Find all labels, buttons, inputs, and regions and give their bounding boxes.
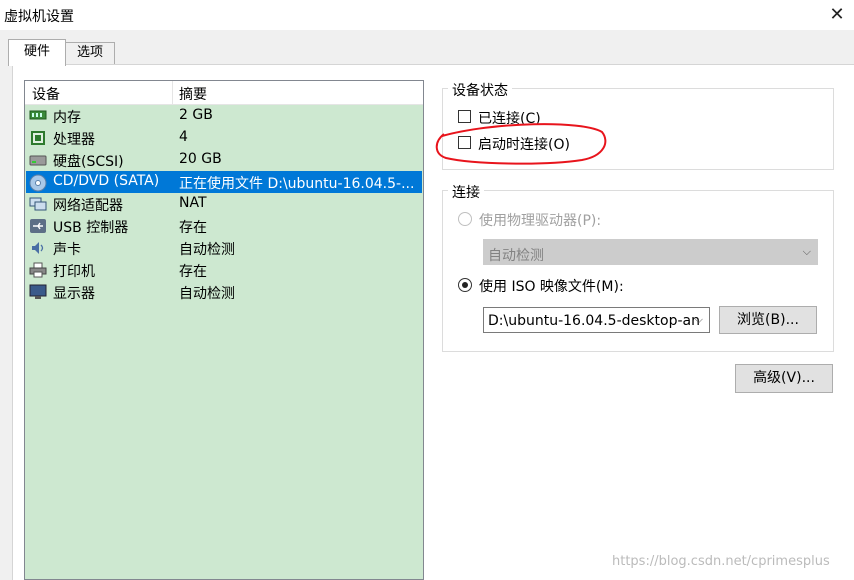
usb-icon (29, 218, 47, 234)
browse-button[interactable]: 浏览(B)... (719, 306, 817, 334)
device-row-memory[interactable]: 内存 2 GB (26, 105, 422, 127)
iso-file-value: D:\ubuntu-16.04.5-desktop-an (488, 313, 700, 329)
column-header-summary[interactable]: 摘要 (179, 84, 207, 104)
connection-title: 连接 (448, 182, 484, 202)
column-separator[interactable] (172, 81, 173, 104)
device-summary: 20 GB (179, 151, 222, 167)
display-icon (29, 284, 47, 300)
device-name: 硬盘(SCSI) (53, 154, 124, 170)
device-name: 打印机 (53, 264, 95, 280)
iso-file-select[interactable]: D:\ubuntu-16.04.5-desktop-an ⌵ (483, 307, 710, 333)
processor-icon (29, 130, 47, 146)
red-annotation-ellipse (435, 123, 607, 165)
device-summary: 自动检测 (179, 242, 235, 258)
advanced-button[interactable]: 高级(V)... (735, 364, 833, 393)
cd-dvd-icon (29, 174, 47, 192)
device-summary: 自动检测 (179, 286, 235, 302)
device-row-usb[interactable]: USB 控制器 存在 (26, 215, 422, 237)
tab-hardware[interactable]: 硬件 (8, 39, 66, 66)
device-row-printer[interactable]: 打印机 存在 (26, 259, 422, 281)
device-row-processor[interactable]: 处理器 4 (26, 127, 422, 149)
use-iso-file-label[interactable]: 使用 ISO 映像文件(M): (479, 276, 624, 296)
watermark: https://blog.csdn.net/cprimesplus (612, 554, 830, 569)
device-row-sound-card[interactable]: 声卡 自动检测 (26, 237, 422, 259)
title-bar: 虚拟机设置 ✕ (0, 0, 854, 30)
tab-options[interactable]: 选项 (65, 42, 115, 64)
network-adapter-icon (29, 196, 47, 212)
hard-disk-icon (29, 152, 47, 168)
printer-icon (29, 262, 47, 278)
device-list-header (25, 81, 423, 105)
device-name: 处理器 (53, 132, 95, 148)
device-name: 声卡 (53, 242, 81, 258)
memory-icon (29, 108, 47, 124)
device-summary: 正在使用文件 D:\ubuntu-16.04.5-... (179, 176, 415, 192)
device-name: 显示器 (53, 286, 95, 302)
use-physical-drive-label[interactable]: 使用物理驱动器(P): (479, 210, 601, 230)
device-summary: 存在 (179, 220, 207, 236)
device-row-network-adapter[interactable]: 网络适配器 NAT (26, 193, 422, 215)
device-name: CD/DVD (SATA) (53, 173, 160, 189)
device-name: 网络适配器 (53, 198, 123, 214)
device-row-display[interactable]: 显示器 自动检测 (26, 281, 422, 303)
tab-strip (0, 30, 854, 64)
device-name: 内存 (53, 110, 81, 126)
sound-card-icon (29, 240, 47, 256)
device-summary: 4 (179, 129, 188, 145)
device-row-cd-dvd[interactable]: CD/DVD (SATA) 正在使用文件 D:\ubuntu-16.04.5-.… (26, 171, 422, 193)
device-summary: 存在 (179, 264, 207, 280)
close-icon[interactable]: ✕ (826, 4, 848, 26)
device-row-hard-disk[interactable]: 硬盘(SCSI) 20 GB (26, 149, 422, 171)
window-title: 虚拟机设置 (4, 9, 74, 25)
physical-drive-value: 自动检测 (488, 248, 544, 264)
physical-drive-select[interactable]: 自动检测 ⌵ (483, 239, 818, 265)
column-header-device[interactable]: 设备 (32, 84, 60, 104)
use-physical-drive-radio[interactable] (458, 212, 472, 226)
device-status-title: 设备状态 (448, 80, 512, 100)
device-summary: NAT (179, 195, 207, 211)
chevron-down-icon: ⌵ (802, 245, 811, 258)
chevron-down-icon: ⌵ (694, 313, 703, 326)
use-iso-file-radio[interactable] (458, 278, 472, 292)
device-summary: 2 GB (179, 107, 213, 123)
device-name: USB 控制器 (53, 220, 129, 236)
